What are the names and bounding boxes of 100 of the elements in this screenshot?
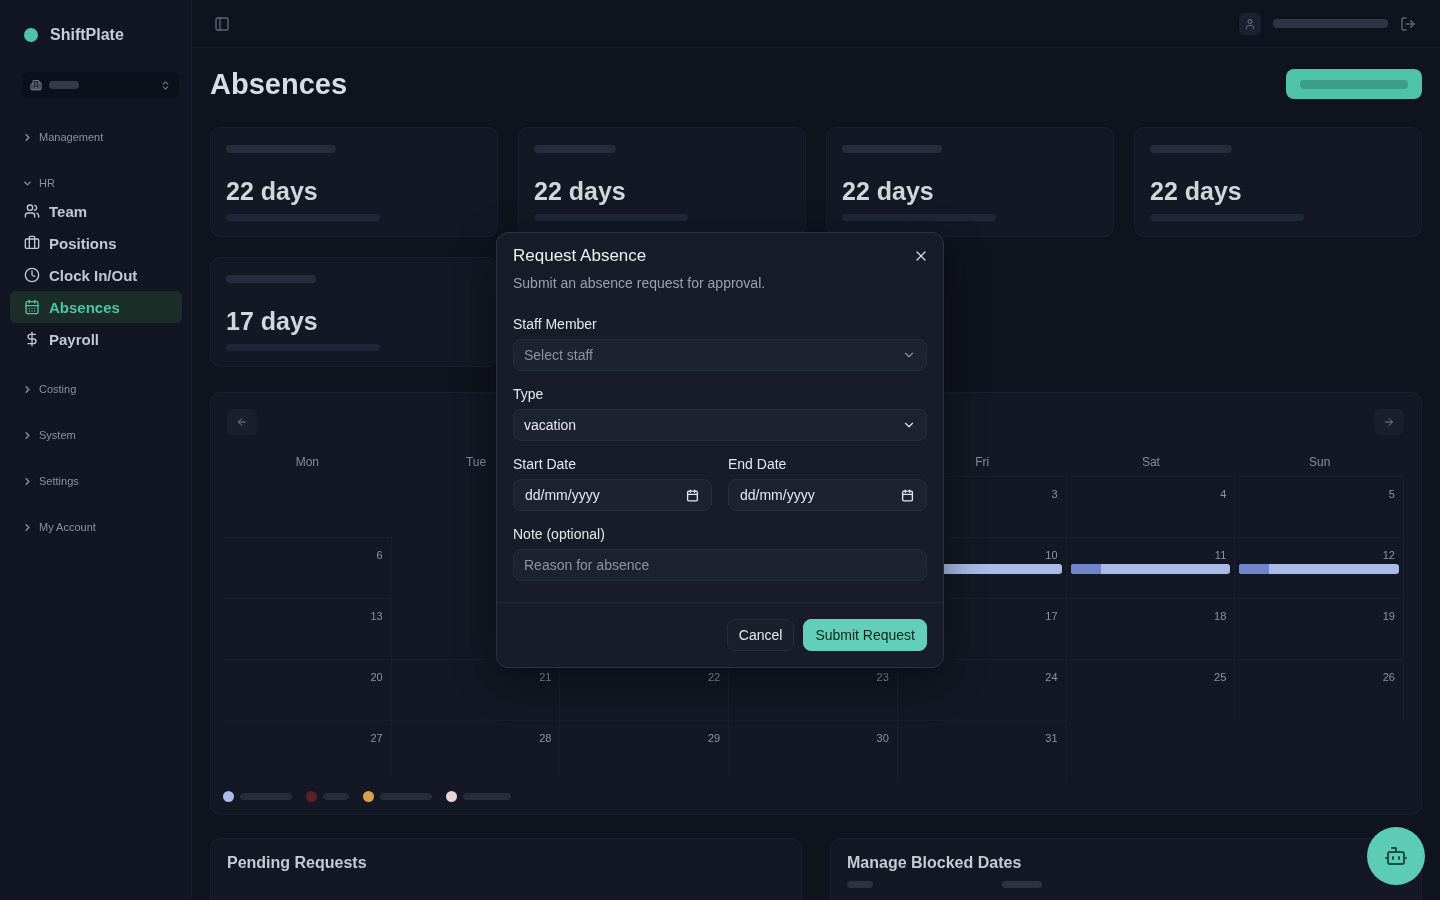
calendar-icon xyxy=(901,488,914,502)
calendar-day-cell[interactable]: 13 xyxy=(223,598,392,659)
sidebar-toggle-icon[interactable] xyxy=(214,15,230,32)
calendar-day-cell[interactable]: 26 xyxy=(1235,659,1404,720)
logo-dot-icon xyxy=(24,28,38,42)
logout-icon[interactable] xyxy=(1400,15,1416,32)
previous-month-button[interactable] xyxy=(227,409,257,435)
day-number: 11 xyxy=(1214,549,1227,561)
weekday-label: Tue xyxy=(465,454,487,471)
calendar-day-cell[interactable]: 11 xyxy=(1066,537,1236,598)
weekday-label: Sat xyxy=(1141,454,1160,471)
chevron-updown-icon xyxy=(160,79,171,91)
select-field[interactable]: Select staff xyxy=(513,339,927,371)
calendar-day-cell[interactable]: 5 xyxy=(1235,476,1404,537)
field-label: Type xyxy=(513,385,544,404)
day-number: 19 xyxy=(1382,610,1395,622)
nav-item[interactable]: Team xyxy=(10,195,182,227)
day-number: 13 xyxy=(370,610,383,622)
calendar-day-cell[interactable]: 12 xyxy=(1235,537,1404,598)
nav-group-header[interactable]: Management xyxy=(10,125,110,149)
days-remaining: 22 days xyxy=(1150,176,1242,206)
day-number: 10 xyxy=(1045,549,1058,561)
day-number: 31 xyxy=(1045,732,1058,744)
users-icon xyxy=(24,203,40,219)
day-number: 17 xyxy=(1045,610,1058,622)
blurred-text-bar xyxy=(463,793,511,800)
date-field[interactable]: dd/mm/yyyy xyxy=(728,479,927,511)
dialog-description: Submit an absence request for approval. xyxy=(513,274,767,293)
day-number: 21 xyxy=(539,671,552,683)
nav-item[interactable]: Positions xyxy=(10,227,182,259)
nav-group-header[interactable]: System xyxy=(10,423,82,447)
weekday-label: Sun xyxy=(1308,454,1331,471)
field-label: Note (optional) xyxy=(513,525,605,544)
day-number: 4 xyxy=(1220,488,1227,500)
page-title: Absences xyxy=(210,67,347,101)
nav-item[interactable]: Payroll xyxy=(10,323,182,355)
day-number: 18 xyxy=(1214,610,1227,622)
days-remaining: 22 days xyxy=(534,176,626,206)
calendar-icon xyxy=(24,299,40,315)
panel-title: Manage Blocked Dates xyxy=(847,854,1022,872)
calendar-day-cell[interactable]: 27 xyxy=(223,720,392,781)
submit-button[interactable]: Submit Request xyxy=(803,619,927,651)
dollar-icon xyxy=(24,331,40,347)
blurred-text-bar xyxy=(1002,881,1042,888)
briefcase-icon xyxy=(24,235,40,251)
calendar-day-cell[interactable]: 25 xyxy=(1066,659,1236,720)
nav-group-header[interactable]: HR xyxy=(10,171,61,195)
day-number: 20 xyxy=(370,671,383,683)
nav-item[interactable]: Clock In/Out xyxy=(10,259,182,291)
day-number: 30 xyxy=(876,732,889,744)
day-number: 28 xyxy=(539,732,552,744)
clock-icon xyxy=(24,267,40,283)
day-number: 6 xyxy=(376,549,383,561)
nav-group-header[interactable]: Settings xyxy=(10,469,85,493)
panel-title: Pending Requests xyxy=(227,854,367,872)
blurred-text-bar xyxy=(49,81,79,89)
nav-group-header[interactable]: Costing xyxy=(10,377,83,401)
day-number: 3 xyxy=(1051,488,1058,500)
building-icon xyxy=(30,79,42,91)
bot-icon xyxy=(1384,844,1408,868)
blurred-text-bar xyxy=(847,881,873,888)
calendar-day-cell[interactable]: 18 xyxy=(1066,598,1236,659)
action-button[interactable] xyxy=(1286,69,1422,99)
calendar-day-cell[interactable]: 4 xyxy=(1066,476,1236,537)
day-number: 27 xyxy=(370,732,383,744)
day-number: 25 xyxy=(1214,671,1227,683)
calendar-day-cell[interactable]: 19 xyxy=(1235,598,1404,659)
field-label: End Date xyxy=(728,455,787,474)
nav-group-header[interactable]: My Account xyxy=(10,515,102,539)
day-number: 5 xyxy=(1388,488,1395,500)
brand-name: ShiftPlate xyxy=(50,26,124,44)
days-remaining: 17 days xyxy=(226,306,318,336)
organization-switcher[interactable] xyxy=(22,72,179,98)
blurred-text-bar xyxy=(323,793,349,800)
days-remaining: 22 days xyxy=(842,176,934,206)
calendar-day-cell[interactable]: 30 xyxy=(729,720,898,781)
day-number: 12 xyxy=(1382,549,1395,561)
day-number: 23 xyxy=(876,671,889,683)
weekday-label: Fri xyxy=(975,454,990,471)
date-field[interactable]: dd/mm/yyyy xyxy=(513,479,712,511)
cancel-button[interactable]: Cancel xyxy=(726,619,795,651)
days-remaining: 22 days xyxy=(226,176,318,206)
calendar-day-cell[interactable]: 28 xyxy=(391,720,561,781)
note-field[interactable]: Reason for absence xyxy=(513,549,927,581)
calendar-day-cell[interactable]: 6 xyxy=(223,537,392,598)
next-month-button[interactable] xyxy=(1374,409,1404,435)
blurred-text-bar xyxy=(240,793,292,800)
field-label: Staff Member xyxy=(513,315,597,334)
weekday-label: Mon xyxy=(295,454,319,471)
select-field[interactable]: vacation xyxy=(513,409,927,441)
calendar-day-cell[interactable]: 20 xyxy=(223,659,392,720)
nav-item[interactable]: Absences xyxy=(10,291,182,323)
calendar-day-cell[interactable]: 29 xyxy=(560,720,730,781)
arrow-left-icon xyxy=(236,416,248,428)
user-icon xyxy=(1239,12,1261,35)
day-number: 22 xyxy=(707,671,721,683)
arrow-right-icon xyxy=(1383,416,1395,428)
day-number: 24 xyxy=(1045,671,1058,683)
calendar-day-cell[interactable]: 31 xyxy=(897,720,1067,781)
chat-button[interactable] xyxy=(1367,827,1425,885)
